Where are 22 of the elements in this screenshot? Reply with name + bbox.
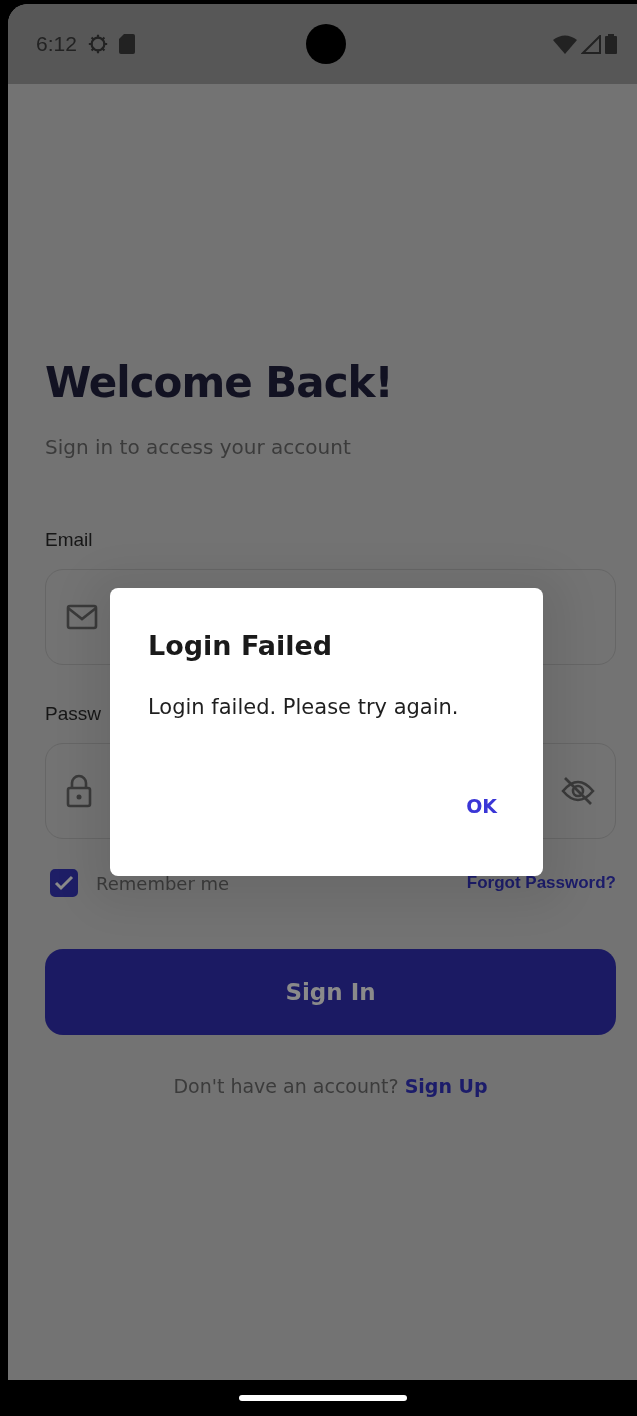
dialog-title: Login Failed xyxy=(148,630,334,661)
signal-icon xyxy=(581,34,601,54)
wifi-icon xyxy=(553,34,577,54)
remember-checkbox[interactable] xyxy=(50,869,78,897)
sd-card-icon xyxy=(118,34,135,54)
subtitle: Sign in to access your account xyxy=(45,435,352,459)
lock-icon xyxy=(66,774,92,808)
password-label: Passw xyxy=(45,703,101,725)
battery-icon xyxy=(605,34,617,54)
camera-cutout xyxy=(306,24,346,64)
checkmark-icon xyxy=(54,875,74,891)
ok-button[interactable]: OK xyxy=(458,789,505,823)
forgot-password-link[interactable]: Forgot Password? xyxy=(466,873,616,893)
signup-prompt: Don't have an account? xyxy=(173,1075,399,1097)
sign-up-link[interactable]: Sign Up xyxy=(404,1075,488,1097)
email-label: Email xyxy=(45,529,93,551)
welcome-title: Welcome Back! xyxy=(45,358,394,407)
eye-slash-icon[interactable] xyxy=(561,776,595,806)
gear-icon xyxy=(86,33,109,55)
mail-icon xyxy=(66,604,98,630)
sign-in-button[interactable]: Sign In xyxy=(45,949,616,1035)
dialog-message: Login failed. Please try again. xyxy=(148,695,460,719)
